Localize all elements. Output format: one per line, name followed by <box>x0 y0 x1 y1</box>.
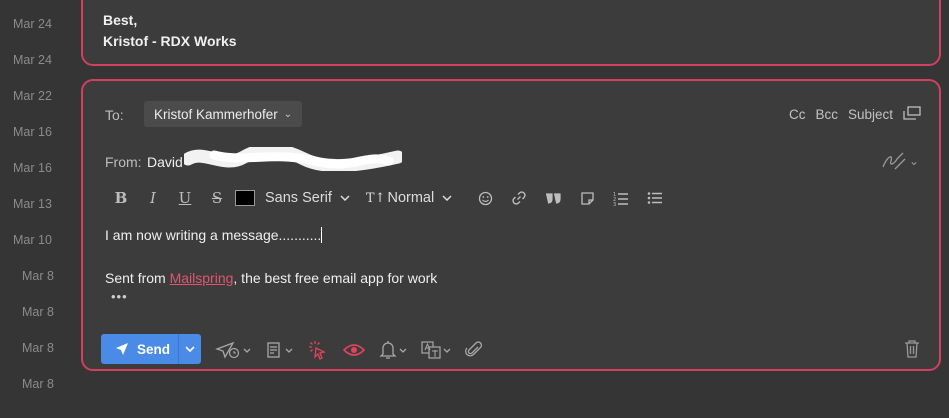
emoji-icon[interactable] <box>468 191 502 206</box>
send-later-icon <box>215 341 240 359</box>
attach-file-button[interactable] <box>465 341 483 359</box>
chevron-down-icon <box>442 195 452 201</box>
to-label: To: <box>105 107 124 123</box>
font-size-value: Normal <box>387 190 435 206</box>
thread-date: Mar 8 <box>22 341 54 355</box>
message-signoff: Best, <box>103 12 138 28</box>
font-family-value: Sans Serif <box>265 190 332 206</box>
previous-message-card[interactable]: Best, Kristof - RDX Works <box>81 0 941 66</box>
recipient-token[interactable]: Kristof Kammerhofer ⌄ <box>144 101 303 127</box>
bcc-button[interactable]: Bcc <box>815 107 838 122</box>
bold-button[interactable]: B <box>105 186 137 210</box>
popout-icon[interactable] <box>903 106 921 123</box>
thread-date: Mar 24 <box>13 53 52 67</box>
strikethrough-button[interactable]: S <box>201 186 233 210</box>
thread-date: Mar 8 <box>22 269 54 283</box>
thread-date: Mar 10 <box>13 233 52 247</box>
send-options-dropdown[interactable] <box>177 334 201 364</box>
thread-date: Mar 16 <box>13 161 52 175</box>
thread-date: Mar 8 <box>22 377 54 391</box>
chevron-down-icon <box>185 346 195 352</box>
recipient-name: Kristof Kammerhofer <box>154 106 278 122</box>
reminder-icon <box>379 341 397 359</box>
translate-button[interactable] <box>421 341 451 359</box>
read-receipt-button[interactable] <box>343 343 365 357</box>
signature-line: Sent from Mailspring, the best free emai… <box>105 270 437 286</box>
chevron-down-icon: ⌄ <box>283 108 293 120</box>
chevron-down-icon: ⌄ <box>908 154 919 168</box>
signature-suffix: , the best free email app for work <box>233 270 438 286</box>
thread-date: Mar 16 <box>13 125 52 139</box>
message-body-text: I am now writing a message........... <box>105 227 322 243</box>
header-options: Cc Bcc Subject <box>789 106 921 123</box>
numbered-list-icon[interactable]: 123 <box>604 191 638 206</box>
message-body-editor[interactable]: I am now writing a message........... <box>105 227 323 243</box>
font-size-select[interactable]: T↑ Normal <box>366 190 452 206</box>
chevron-down-icon <box>285 348 293 353</box>
translate-icon <box>421 341 441 359</box>
from-label: From: <box>105 154 142 170</box>
trash-icon <box>905 340 919 358</box>
send-later-button[interactable] <box>215 341 251 359</box>
message-signature: Kristof - RDX Works <box>103 33 237 49</box>
link-tracking-icon <box>309 341 326 360</box>
link-icon[interactable] <box>502 190 536 206</box>
read-receipt-icon <box>343 344 365 356</box>
link-tracking-button[interactable] <box>307 339 329 361</box>
attachment-icon <box>465 341 483 357</box>
send-button-group: Send <box>101 334 201 364</box>
signature-prefix: Sent from <box>105 270 170 286</box>
text-color-swatch[interactable] <box>235 190 255 206</box>
thread-date: Mar 24 <box>13 17 52 31</box>
signature-icon <box>882 152 906 170</box>
formatting-toolbar: B I U S Sans Serif T↑ Normal 123 <box>105 185 672 211</box>
font-family-select[interactable]: Sans Serif <box>265 190 350 206</box>
thread-date: Mar 22 <box>13 89 52 103</box>
reminder-button[interactable] <box>379 340 407 360</box>
chevron-down-icon <box>340 195 350 201</box>
send-button[interactable]: Send <box>101 334 178 364</box>
redacted-email-scribble <box>184 147 402 171</box>
show-quoted-text-button[interactable]: ••• <box>111 289 128 304</box>
templates-button[interactable] <box>265 341 293 359</box>
discard-draft-button[interactable] <box>903 339 921 364</box>
signature-button[interactable]: ⌄ <box>881 151 919 171</box>
chevron-down-icon <box>243 348 251 353</box>
template-icon[interactable] <box>570 191 604 206</box>
chevron-down-icon <box>443 348 451 353</box>
send-icon <box>116 343 128 355</box>
subject-button[interactable]: Subject <box>848 107 893 122</box>
send-label: Send <box>137 341 171 357</box>
underline-button[interactable]: U <box>169 186 201 210</box>
composer: To: Kristof Kammerhofer ⌄ Cc Bcc Subject… <box>81 79 941 371</box>
thread-date: Mar 8 <box>22 305 54 319</box>
italic-button[interactable]: I <box>137 186 169 210</box>
chevron-down-icon <box>399 348 407 353</box>
thread-date: Mar 13 <box>13 197 52 211</box>
cc-button[interactable]: Cc <box>789 107 806 122</box>
composer-actions <box>215 337 497 363</box>
svg-text:3: 3 <box>613 202 616 206</box>
font-size-icon: T↑ <box>365 190 386 206</box>
text-cursor <box>321 227 323 243</box>
bullet-list-icon[interactable] <box>638 191 672 205</box>
mailspring-link[interactable]: Mailspring <box>170 270 234 286</box>
quote-icon[interactable] <box>536 191 570 205</box>
templates-icon <box>267 342 280 358</box>
from-account[interactable]: David <box>147 154 183 170</box>
